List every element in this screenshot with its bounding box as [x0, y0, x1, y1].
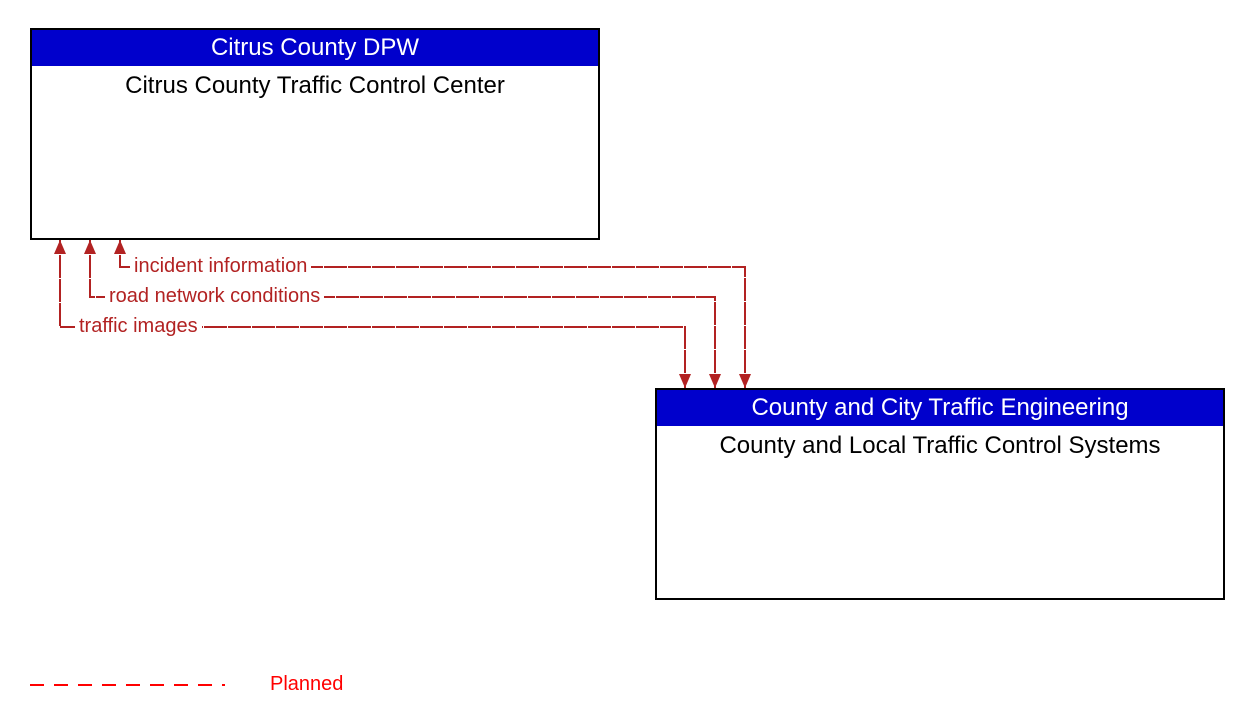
flow-label-road-network-conditions: road network conditions — [105, 285, 324, 308]
node-body: Citrus County Traffic Control Center — [32, 66, 598, 100]
legend-planned-label: Planned — [270, 673, 343, 696]
node-county-city-traffic-engineering: County and City Traffic Engineering Coun… — [655, 388, 1225, 600]
node-body: County and Local Traffic Control Systems — [657, 426, 1223, 460]
flow-label-traffic-images: traffic images — [75, 315, 202, 338]
node-citrus-county-dpw: Citrus County DPW Citrus County Traffic … — [30, 28, 600, 240]
flow-label-incident-information: incident information — [130, 255, 311, 278]
node-header: County and City Traffic Engineering — [657, 390, 1223, 426]
node-header: Citrus County DPW — [32, 30, 598, 66]
